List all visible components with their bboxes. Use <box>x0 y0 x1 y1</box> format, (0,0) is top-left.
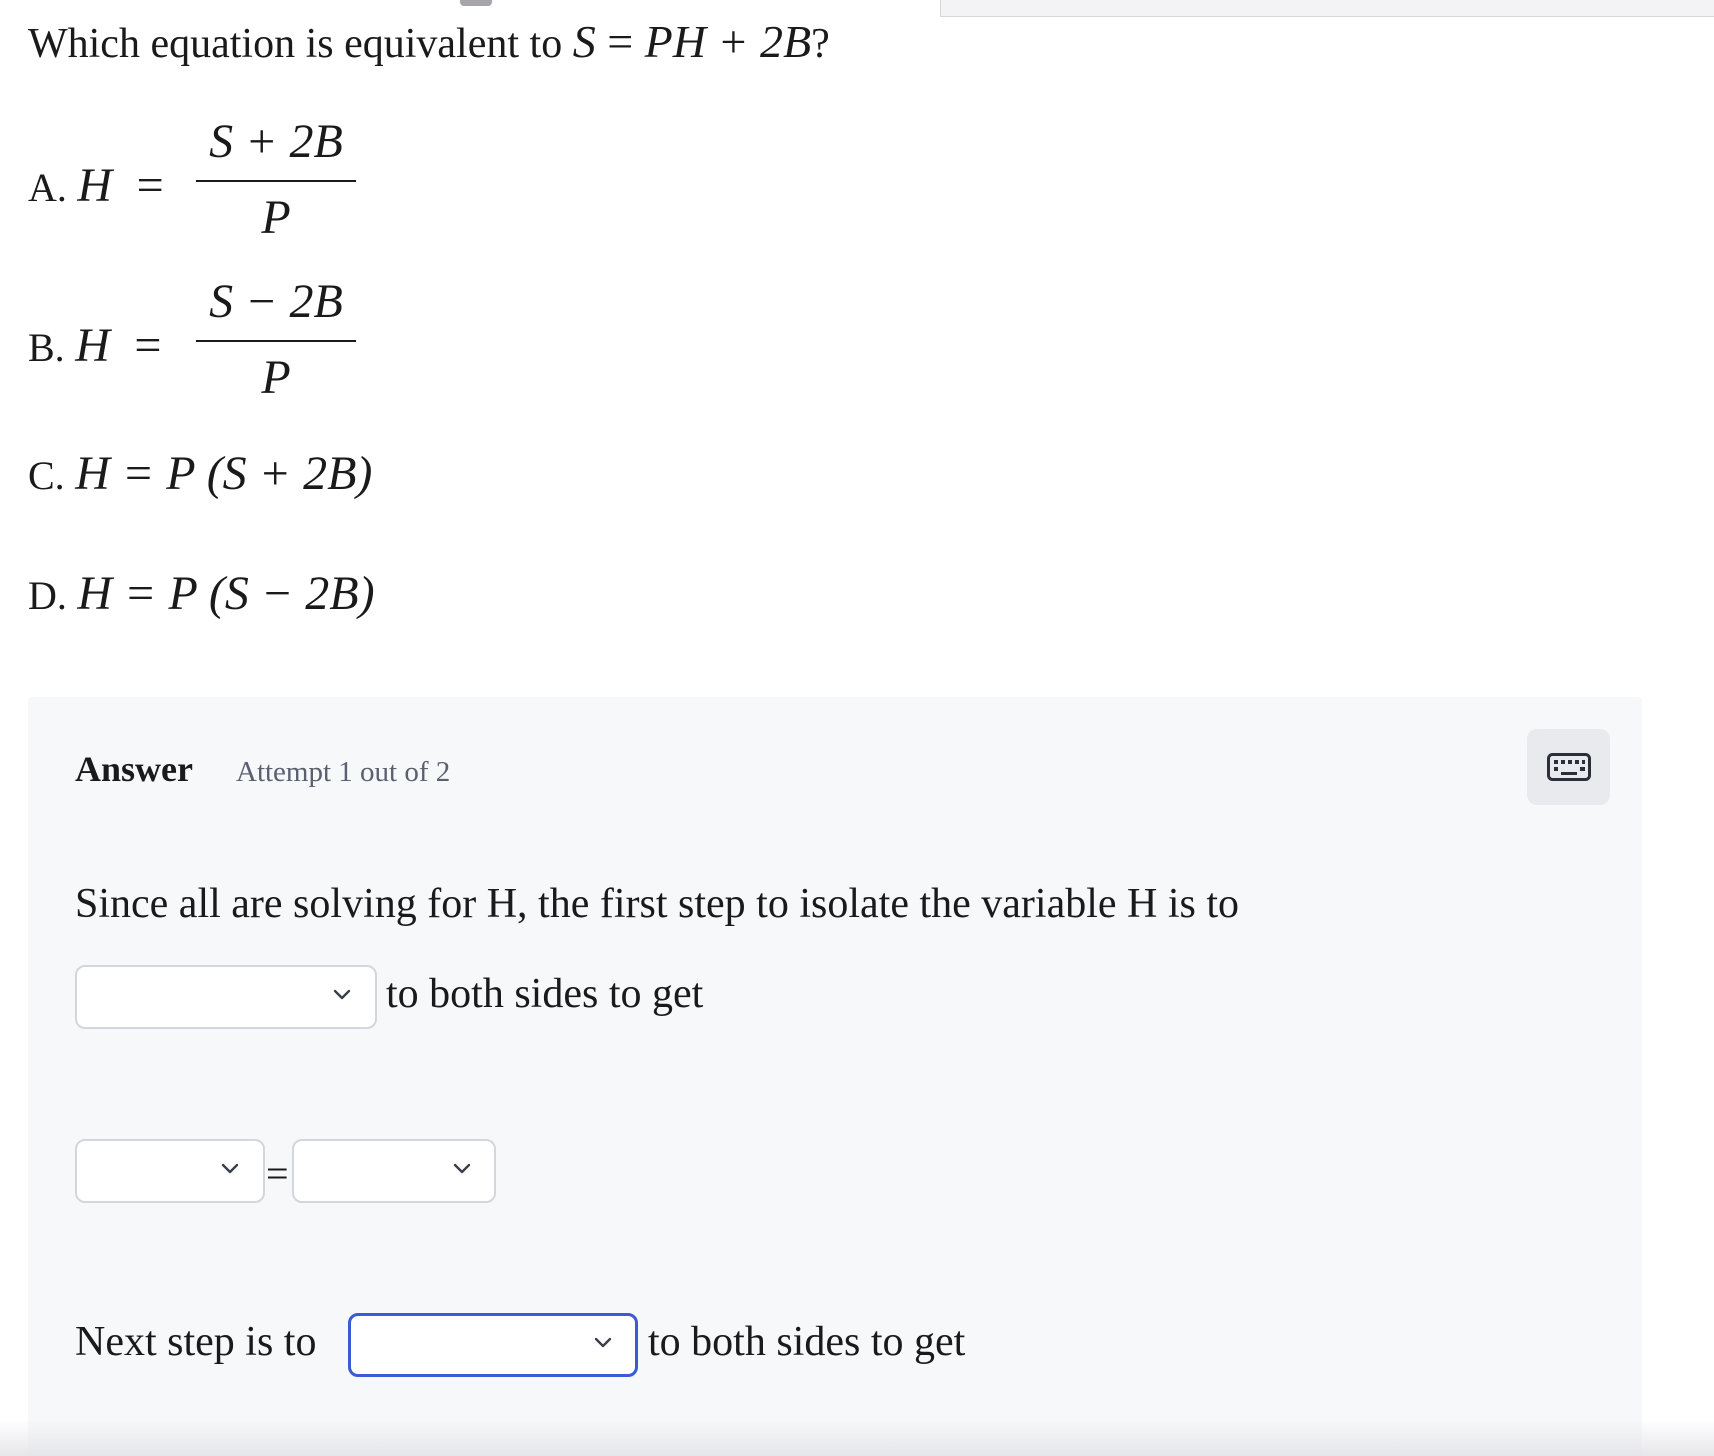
question-text: Which equation is equivalent to S = PH +… <box>28 14 830 72</box>
option-a-denominator: P <box>261 191 291 244</box>
option-d-letter: D. <box>28 573 67 618</box>
operation-dropdown-2[interactable] <box>348 1313 638 1377</box>
equals-sign: = <box>266 1151 289 1196</box>
keyboard-button[interactable] <box>1527 729 1610 805</box>
option-b-letter: B. <box>28 325 65 370</box>
option-a-letter: A. <box>28 165 67 210</box>
option-c-expr: H = P (S + 2B) <box>75 447 373 500</box>
option-a-lhs: H <box>77 159 113 212</box>
chevron-down-icon <box>333 989 351 1000</box>
scroll-handle[interactable] <box>460 0 492 6</box>
question-eq-lhs: S <box>572 16 596 67</box>
option-c: C. H = P (S + 2B) <box>28 446 372 501</box>
attempt-counter: Attempt 1 out of 2 <box>236 756 451 788</box>
option-b-numerator: S − 2B <box>209 275 343 328</box>
operation-dropdown-1[interactable] <box>75 965 377 1029</box>
chevron-down-icon <box>594 1337 612 1348</box>
option-b-fraction-bar <box>196 340 356 342</box>
chevron-down-icon <box>221 1163 239 1174</box>
chevron-down-icon <box>453 1163 471 1174</box>
option-d-expr: H = P (S − 2B) <box>77 567 375 620</box>
bottom-fade <box>0 1420 1714 1456</box>
option-a-fraction: S + 2B P <box>196 112 356 248</box>
question-prefix: Which equation is equivalent to <box>28 21 573 67</box>
step1-text: Since all are solving for H, the first s… <box>75 881 1240 927</box>
option-a-fraction-bar <box>196 180 356 182</box>
option-b-lhs: H <box>75 319 110 372</box>
option-b-denominator: P <box>261 351 291 404</box>
option-a-numerator: S + 2B <box>209 115 343 168</box>
browser-top-bar-right <box>940 0 1714 17</box>
option-a-sign: = <box>136 159 164 212</box>
equation-rhs-dropdown[interactable] <box>292 1139 496 1203</box>
step1-after-text: to both sides to get <box>386 971 704 1017</box>
keyboard-icon <box>1546 753 1591 781</box>
option-a: A. H = <box>28 158 164 213</box>
step2-after-text: to both sides to get <box>648 1319 966 1365</box>
option-b-fraction: S − 2B P <box>196 272 356 408</box>
step2-text: Next step is to <box>75 1319 317 1365</box>
question-suffix: ? <box>811 21 830 67</box>
question-eq-sign: = <box>595 16 645 67</box>
option-c-letter: C. <box>28 453 65 498</box>
option-b: B. H = <box>28 318 161 373</box>
answer-title: Answer <box>75 749 193 789</box>
option-d: D. H = P (S − 2B) <box>28 566 375 621</box>
equation-lhs-dropdown[interactable] <box>75 1139 265 1203</box>
option-b-sign: = <box>134 319 162 372</box>
question-eq-rhs: PH + 2B <box>644 16 812 67</box>
